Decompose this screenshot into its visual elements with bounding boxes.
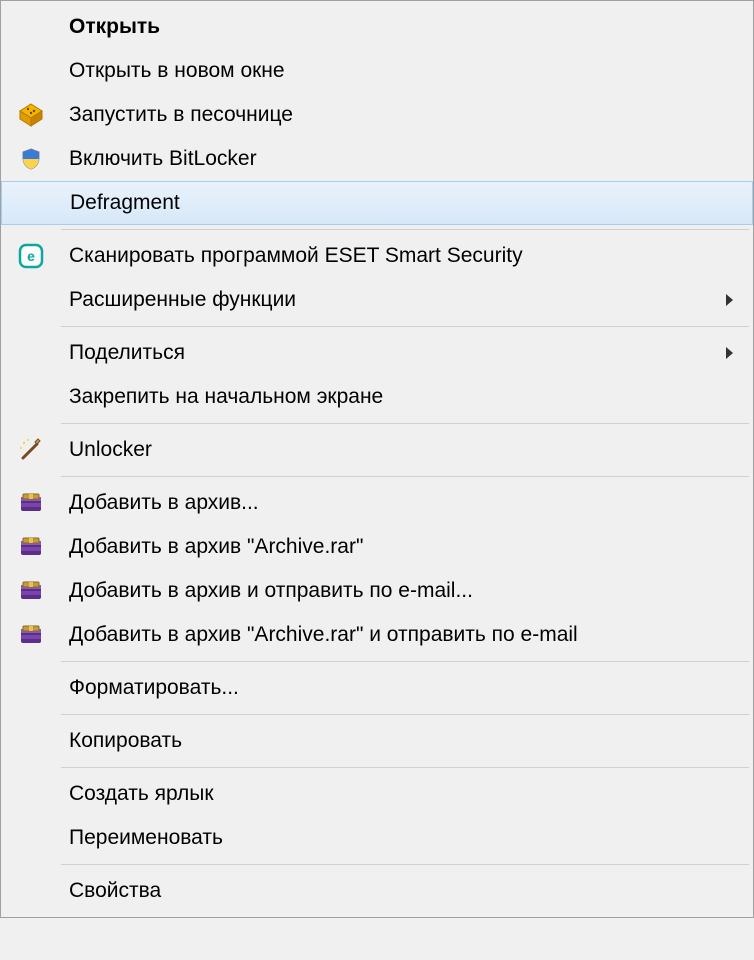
sandbox-icon — [1, 93, 61, 137]
wand-icon — [1, 428, 61, 472]
context-menu: Открыть Открыть в новом окне Запустить в п… — [0, 0, 754, 918]
menu-item[interactable]: Добавить в архив "Archive.rar" — [1, 525, 753, 569]
icon-slot-empty — [1, 869, 61, 913]
menu-item-label: Добавить в архив "Archive.rar" и отправи… — [61, 623, 741, 647]
menu-item-label: Свойства — [61, 879, 741, 903]
menu-item[interactable]: Открыть в новом окне — [1, 49, 753, 93]
shield-icon — [1, 137, 61, 181]
menu-item-label: Поделиться — [61, 341, 726, 365]
menu-separator — [61, 661, 749, 662]
menu-item[interactable]: Свойства — [1, 869, 753, 913]
menu-separator — [61, 714, 749, 715]
chevron-right-icon — [726, 294, 733, 306]
menu-separator — [61, 476, 749, 477]
menu-item-label: Форматировать... — [61, 676, 741, 700]
icon-slot-empty — [1, 816, 61, 860]
svg-text:e: e — [27, 248, 35, 264]
menu-item[interactable]: Добавить в архив "Archive.rar" и отправи… — [1, 613, 753, 657]
menu-item[interactable]: Копировать — [1, 719, 753, 763]
menu-separator — [61, 229, 749, 230]
menu-item[interactable]: Defragment — [1, 181, 753, 225]
menu-item[interactable]: Добавить в архив... — [1, 481, 753, 525]
menu-item-label: Включить BitLocker — [61, 147, 741, 171]
menu-item-label: Создать ярлык — [61, 782, 741, 806]
menu-item-label: Добавить в архив... — [61, 491, 741, 515]
icon-slot-empty — [1, 375, 61, 419]
menu-item-label: Добавить в архив "Archive.rar" — [61, 535, 741, 559]
icon-slot-empty — [1, 719, 61, 763]
menu-item-label: Открыть в новом окне — [61, 59, 741, 83]
menu-item-label: Unlocker — [61, 438, 741, 462]
menu-separator — [61, 767, 749, 768]
menu-item-label: Запустить в песочнице — [61, 103, 741, 127]
icon-slot-empty — [2, 182, 62, 224]
menu-separator — [61, 326, 749, 327]
menu-item-label: Копировать — [61, 729, 741, 753]
menu-separator — [61, 864, 749, 865]
menu-item[interactable]: Добавить в архив и отправить по e-mail..… — [1, 569, 753, 613]
winrar-icon — [1, 481, 61, 525]
menu-item[interactable]: e Сканировать программой ESET Smart Secur… — [1, 234, 753, 278]
menu-item[interactable]: Закрепить на начальном экране — [1, 375, 753, 419]
eset-icon: e — [1, 234, 61, 278]
menu-item[interactable]: Переименовать — [1, 816, 753, 860]
icon-slot-empty — [1, 331, 61, 375]
menu-separator — [61, 423, 749, 424]
menu-item-label: Сканировать программой ESET Smart Securi… — [61, 244, 741, 268]
menu-item-label: Добавить в архив и отправить по e-mail..… — [61, 579, 741, 603]
icon-slot-empty — [1, 666, 61, 710]
menu-item-label: Расширенные функции — [61, 288, 726, 312]
menu-item[interactable]: Открыть — [1, 5, 753, 49]
winrar-icon — [1, 613, 61, 657]
menu-item[interactable]: Включить BitLocker — [1, 137, 753, 181]
icon-slot-empty — [1, 278, 61, 322]
menu-item[interactable]: Форматировать... — [1, 666, 753, 710]
menu-item[interactable]: Расширенные функции — [1, 278, 753, 322]
menu-item[interactable]: Поделиться — [1, 331, 753, 375]
menu-item-label: Открыть — [61, 15, 741, 39]
icon-slot-empty — [1, 5, 61, 49]
winrar-icon — [1, 525, 61, 569]
menu-item[interactable]: Запустить в песочнице — [1, 93, 753, 137]
menu-item[interactable]: Unlocker — [1, 428, 753, 472]
icon-slot-empty — [1, 49, 61, 93]
menu-item-label: Переименовать — [61, 826, 741, 850]
icon-slot-empty — [1, 772, 61, 816]
menu-item[interactable]: Создать ярлык — [1, 772, 753, 816]
menu-item-label: Закрепить на начальном экране — [61, 385, 741, 409]
winrar-icon — [1, 569, 61, 613]
menu-item-label: Defragment — [62, 191, 740, 215]
chevron-right-icon — [726, 347, 733, 359]
